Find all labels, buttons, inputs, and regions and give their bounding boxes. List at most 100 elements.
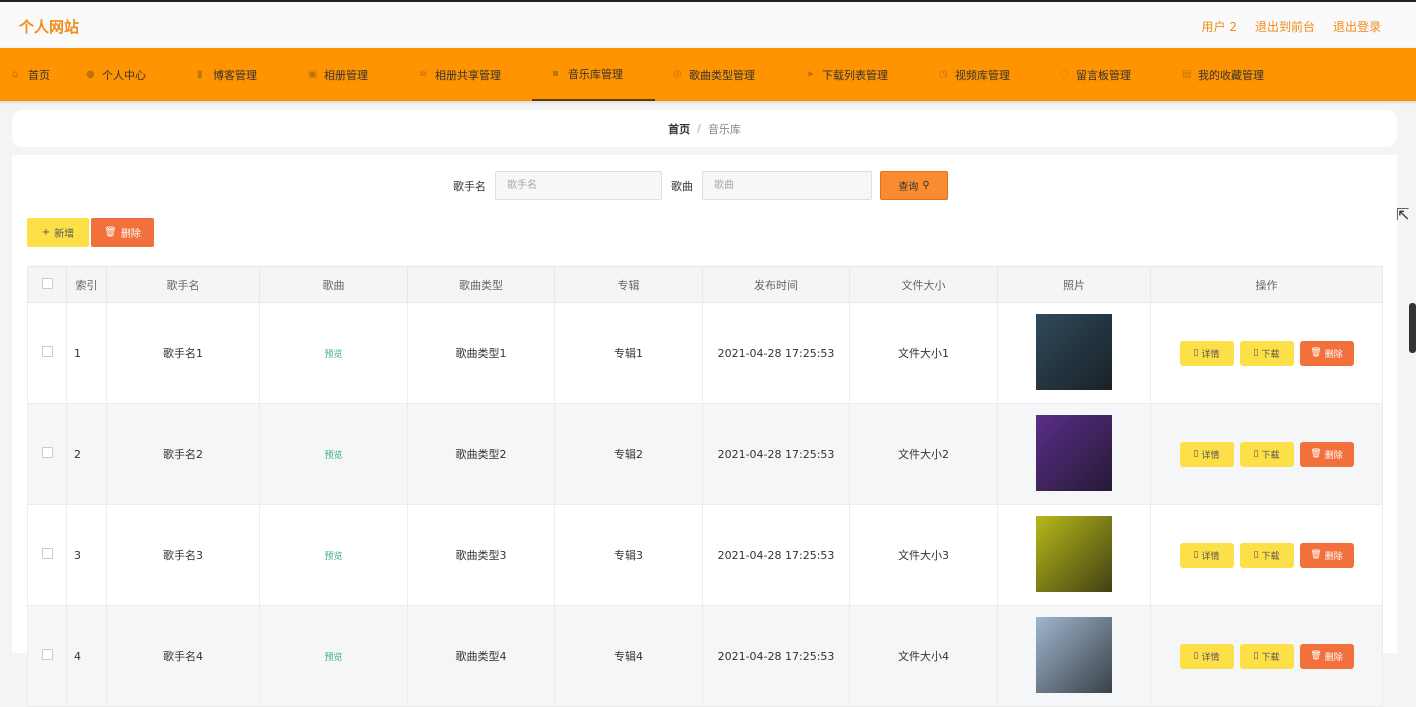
row-photo (1036, 515, 1112, 592)
row-singer: 歌手名1 (106, 302, 260, 404)
row-file-size: 文件大小1 (849, 302, 998, 404)
row-release-time: 2021-04-28 17:25:53 (702, 605, 850, 707)
row-checkbox[interactable] (41, 548, 53, 559)
user-link[interactable]: 用户 2 (1202, 18, 1237, 35)
exit-to-front-link[interactable]: 退出到前台 (1255, 18, 1315, 35)
nav-item-album-share[interactable]: ≡ 相册共享管理 (419, 48, 501, 101)
row-checkbox[interactable] (41, 447, 53, 458)
top-links: 用户 2 退出到前台 退出登录 (1202, 18, 1381, 35)
download-button[interactable]: ▯ 下载 (1239, 643, 1294, 669)
row-song-type: 歌曲类型2 (407, 403, 555, 505)
column-header: 文件大小 (849, 266, 998, 303)
nav-item-download-list[interactable]: ➤ 下载列表管理 (806, 48, 888, 101)
column-header: 歌曲 (259, 266, 408, 303)
row-index: 4 (66, 605, 107, 707)
delete-button[interactable]: 🗑 删除 (1299, 542, 1354, 568)
detail-button[interactable]: ▯ 详情 (1179, 542, 1234, 568)
document-icon: ▯ (1193, 449, 1199, 459)
select-all-header (27, 266, 67, 303)
film-icon: ▣ (308, 68, 318, 80)
column-header: 歌曲类型 (407, 266, 555, 303)
row-checkbox[interactable] (41, 346, 53, 357)
clock-icon: ◷ (939, 68, 948, 80)
batch-delete-button[interactable]: 🗑 删除 (91, 218, 154, 247)
row-album: 专辑4 (554, 605, 703, 707)
row-checkbox[interactable] (41, 649, 53, 660)
add-button[interactable]: + 新增 (27, 218, 89, 247)
table-row: 1 歌手名1 预览 歌曲类型1 专辑1 2021-04-28 17:25:53 … (27, 302, 1383, 404)
detail-button[interactable]: ▯ 详情 (1179, 643, 1234, 669)
trash-icon: 🗑 (104, 227, 117, 238)
nav-item-album[interactable]: ▣ 相册管理 (308, 48, 368, 101)
nav-item-home[interactable]: ⌂ 首页 (12, 48, 50, 101)
song-preview-link[interactable]: 预览 (324, 451, 342, 461)
column-header: 歌手名 (106, 266, 260, 303)
page-scrollbar[interactable] (1409, 303, 1416, 353)
nav-item-blog[interactable]: ▮ 博客管理 (197, 48, 257, 101)
download-button[interactable]: ▯ 下载 (1239, 441, 1294, 467)
trash-icon: 🗑 (1310, 550, 1322, 560)
row-photo (1036, 414, 1112, 491)
mouse-cursor-icon: ⇱ (1396, 205, 1410, 224)
column-header: 索引 (66, 266, 107, 303)
nav-item-my-favorites[interactable]: ▤ 我的收藏管理 (1182, 48, 1264, 101)
column-header: 专辑 (554, 266, 703, 303)
table-header-row: 索引 歌手名 歌曲 歌曲类型 专辑 发布时间 文件大小 照片 操作 (27, 266, 1383, 303)
row-singer: 歌手名4 (106, 605, 260, 707)
column-header: 照片 (997, 266, 1151, 303)
compass-icon: ◎ (673, 68, 682, 80)
query-button[interactable]: 查询 ⚲ (880, 171, 948, 200)
trash-icon: 🗑 (1310, 449, 1322, 459)
nav-item-message-board[interactable]: ◌ 留言板管理 (1060, 48, 1131, 101)
download-button[interactable]: ▯ 下载 (1239, 542, 1294, 568)
row-album: 专辑1 (554, 302, 703, 404)
search-icon: ⚲ (922, 180, 930, 191)
delete-button[interactable]: 🗑 删除 (1299, 643, 1354, 669)
select-all-checkbox[interactable] (41, 277, 53, 289)
row-file-size: 文件大小4 (849, 605, 998, 707)
row-album: 专辑2 (554, 403, 703, 505)
nav-item-video-library[interactable]: ◷ 视频库管理 (939, 48, 1010, 101)
detail-button[interactable]: ▯ 详情 (1179, 441, 1234, 467)
row-singer: 歌手名3 (106, 504, 260, 606)
row-song-type: 歌曲类型4 (407, 605, 555, 707)
row-file-size: 文件大小3 (849, 504, 998, 606)
table-row: 4 歌手名4 预览 歌曲类型4 专辑4 2021-04-28 17:25:53 … (27, 605, 1383, 707)
column-header: 发布时间 (702, 266, 850, 303)
singer-search-input[interactable]: 歌手名 (495, 171, 662, 200)
main-nav: ⌂ 首页 ● 个人中心 ▮ 博客管理 ▣ 相册管理 ≡ 相册共享管理 ▪ 音乐库管理 ◎ 歌曲… (0, 48, 1416, 101)
row-release-time: 2021-04-28 17:25:53 (702, 504, 850, 606)
nav-item-song-type[interactable]: ◎ 歌曲类型管理 (673, 48, 755, 101)
list-icon: ≡ (419, 68, 428, 80)
row-singer: 歌手名2 (106, 403, 260, 505)
breadcrumb-current: 音乐库 (707, 122, 741, 136)
document-icon: ▤ (1182, 68, 1192, 80)
song-preview-link[interactable]: 预览 (324, 552, 342, 562)
lock-icon: ▪ (552, 67, 559, 79)
send-icon: ➤ (806, 68, 815, 80)
table-row: 3 歌手名3 预览 歌曲类型3 专辑3 2021-04-28 17:25:53 … (27, 504, 1383, 606)
song-search-input[interactable]: 歌曲 (702, 171, 872, 200)
row-release-time: 2021-04-28 17:25:53 (702, 403, 850, 505)
table-row: 2 歌手名2 预览 歌曲类型2 专辑2 2021-04-28 17:25:53 … (27, 403, 1383, 505)
breadcrumb-home[interactable]: 首页 (668, 121, 690, 137)
plus-icon: + (41, 227, 51, 238)
logout-link[interactable]: 退出登录 (1333, 18, 1381, 35)
row-song-type: 歌曲类型3 (407, 504, 555, 606)
singer-label: 歌手名 (453, 180, 486, 193)
document-icon: ▯ (1253, 449, 1259, 459)
document-icon: ▯ (1253, 348, 1259, 358)
download-button[interactable]: ▯ 下载 (1239, 340, 1294, 366)
delete-button[interactable]: 🗑 删除 (1299, 441, 1354, 467)
music-table: 索引 歌手名 歌曲 歌曲类型 专辑 发布时间 文件大小 照片 操作 1 歌手名1… (27, 266, 1383, 707)
delete-button[interactable]: 🗑 删除 (1299, 340, 1354, 366)
nav-item-personal-center[interactable]: ● 个人中心 (86, 48, 146, 101)
breadcrumb: 首页 / 音乐库 (12, 110, 1397, 147)
song-preview-link[interactable]: 预览 (324, 653, 342, 663)
breadcrumb-separator: / (697, 122, 701, 135)
song-preview-link[interactable]: 预览 (324, 350, 342, 360)
document-icon: ▯ (1253, 550, 1259, 560)
document-icon: ▯ (1193, 348, 1199, 358)
nav-item-music-library[interactable]: ▪ 音乐库管理 (532, 48, 655, 101)
detail-button[interactable]: ▯ 详情 (1179, 340, 1234, 366)
